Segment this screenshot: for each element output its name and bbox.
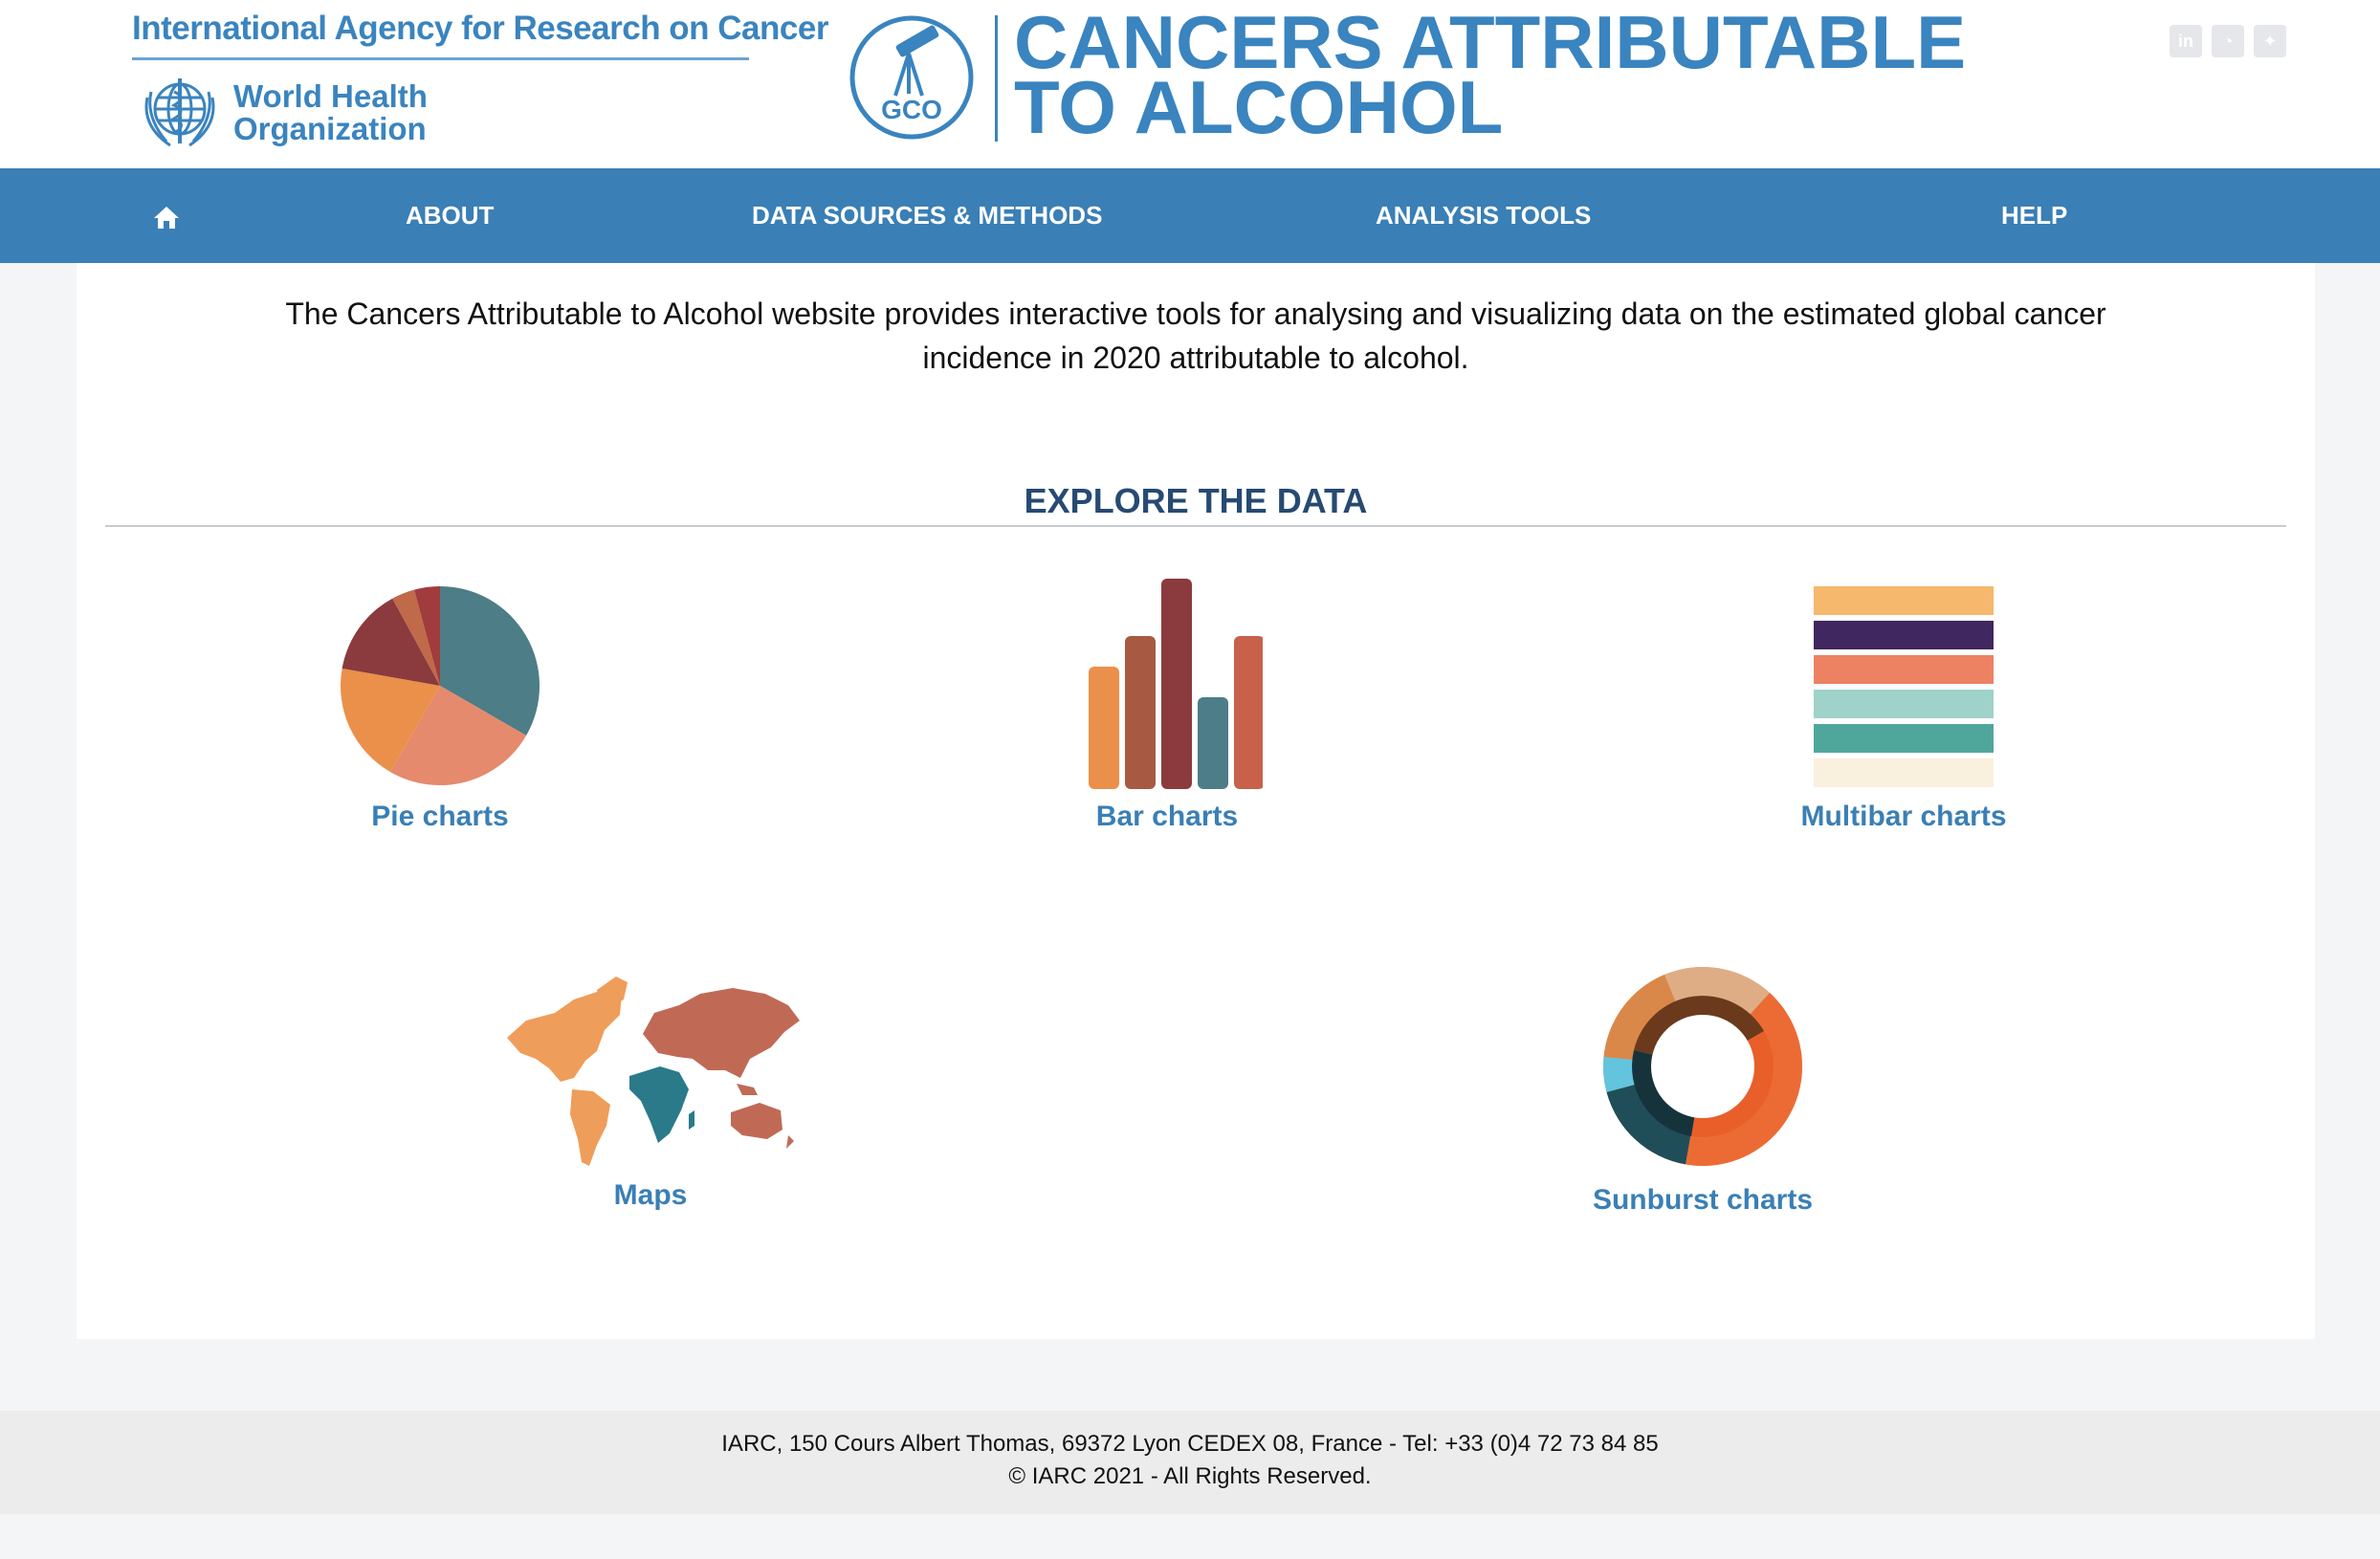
- nav-help[interactable]: HELP: [2001, 168, 2067, 263]
- multibar-chart-icon: [1814, 586, 1994, 787]
- nav-analysis-tools[interactable]: ANALYSIS TOOLS: [1376, 168, 1591, 263]
- nav-home-link[interactable]: [153, 168, 187, 263]
- who-logo-text[interactable]: World Health Organization: [233, 80, 428, 145]
- site-header: International Agency for Research on Can…: [0, 0, 2380, 168]
- gco-telescope-icon[interactable]: GCO: [848, 13, 976, 142]
- pie-charts-label[interactable]: Pie charts: [325, 801, 555, 833]
- twitter-icon[interactable]: ✦: [2254, 25, 2286, 57]
- who-name-line2: Organization: [233, 111, 427, 146]
- home-icon: [154, 207, 179, 230]
- multibar-charts-label[interactable]: Multibar charts: [1741, 801, 2066, 833]
- site-footer: IARC, 150 Cours Albert Thomas, 69372 Lyo…: [0, 1411, 2380, 1514]
- footer-address: IARC, 150 Cours Albert Thomas, 69372 Lyo…: [721, 1431, 1659, 1457]
- intro-text: The Cancers Attributable to Alcohol webs…: [285, 296, 2106, 375]
- bar-chart-icon: [1089, 579, 1263, 789]
- who-emblem-icon[interactable]: [132, 69, 228, 155]
- tool-maps[interactable]: Maps: [497, 971, 804, 1212]
- tool-pie-charts[interactable]: Pie charts: [325, 579, 555, 833]
- iarc-logo-text[interactable]: International Agency for Research on Can…: [132, 10, 828, 48]
- explore-heading: EXPLORE THE DATA: [1024, 481, 1368, 520]
- site-title[interactable]: CANCERS ATTRIBUTABLE TO ALCOHOL: [1014, 5, 1966, 149]
- tool-bar-charts[interactable]: Bar charts: [1052, 579, 1282, 833]
- nav-about[interactable]: ABOUT: [406, 168, 494, 263]
- social-links: in ◔ ✦: [2170, 25, 2286, 57]
- title-divider: [995, 15, 998, 142]
- explore-divider: [105, 525, 2286, 527]
- linkedin-icon[interactable]: in: [2170, 25, 2202, 57]
- sunburst-chart-icon: [1603, 966, 1802, 1166]
- sunburst-charts-label[interactable]: Sunburst charts: [1531, 1184, 1875, 1217]
- main-content: The Cancers Attributable to Alcohol webs…: [77, 263, 2315, 1339]
- main-nav: ABOUT DATA SOURCES & METHODS ANALYSIS TO…: [0, 168, 2380, 263]
- rss-icon[interactable]: ◔: [2212, 25, 2244, 57]
- who-name-line1: World Health: [233, 78, 428, 114]
- bar-charts-label[interactable]: Bar charts: [1052, 801, 1282, 833]
- world-map-icon: [507, 977, 800, 1166]
- pie-chart-icon: [341, 586, 540, 786]
- maps-label[interactable]: Maps: [497, 1179, 804, 1212]
- iarc-logo-rule: [132, 57, 749, 60]
- tool-sunburst-charts[interactable]: Sunburst charts: [1531, 956, 1875, 1217]
- footer-copyright: © IARC 2021 - All Rights Reserved.: [1008, 1463, 1372, 1489]
- nav-data-sources-methods[interactable]: DATA SOURCES & METHODS: [752, 168, 1102, 263]
- site-title-line2: TO ALCOHOL: [1014, 65, 1504, 149]
- gco-label: GCO: [881, 95, 942, 124]
- tool-multibar-charts[interactable]: Multibar charts: [1741, 579, 2066, 833]
